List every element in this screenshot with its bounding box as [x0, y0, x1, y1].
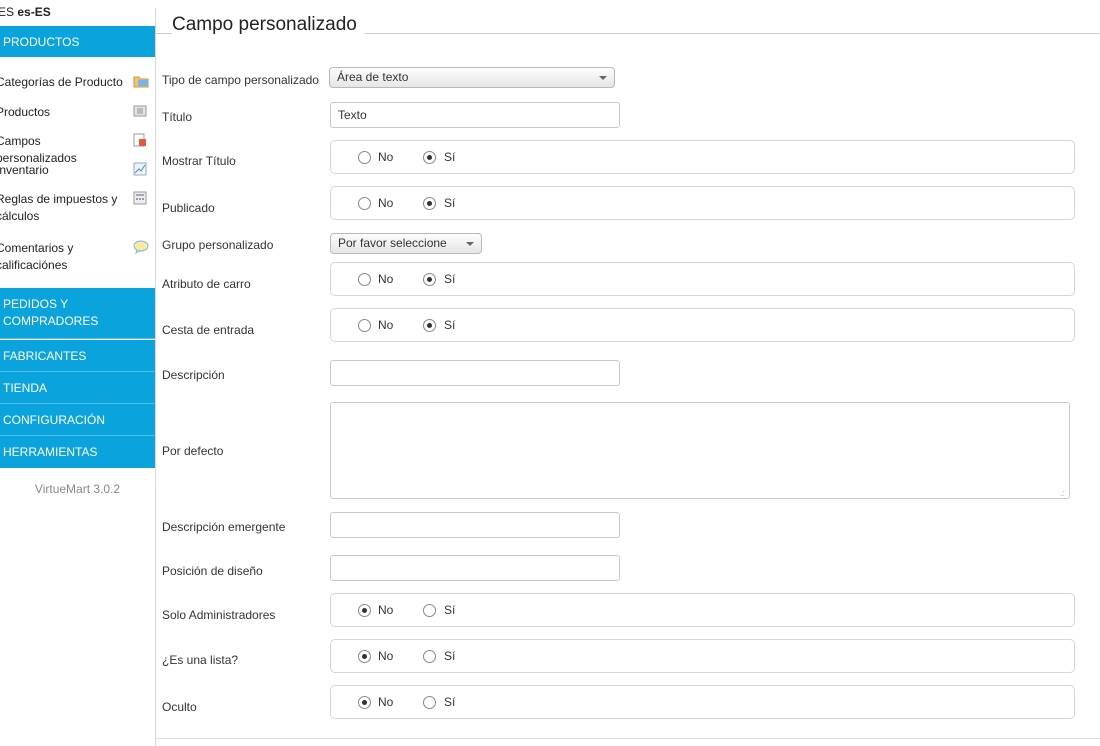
- menu-orders[interactable]: PEDIDOS Y COMPRADORES: [0, 288, 155, 339]
- show-title-radio-group: No Sí: [330, 140, 1075, 174]
- chevron-down-icon: [466, 242, 474, 246]
- published-no-radio[interactable]: [358, 197, 371, 210]
- field-type-label: Tipo de campo personalizado: [162, 73, 319, 87]
- cart-input-label: Cesta de entrada: [162, 323, 255, 337]
- sidebar-divider: [155, 8, 156, 746]
- chart-icon: [133, 162, 147, 176]
- published-radio-group: No Sí: [330, 186, 1075, 220]
- page-title: Campo personalizado: [172, 14, 365, 36]
- calculator-icon: [133, 191, 147, 205]
- is-list-radio-group: No Sí: [330, 639, 1075, 673]
- layout-position-label: Posición de diseño: [162, 564, 263, 578]
- layout-position-input[interactable]: [330, 555, 620, 581]
- title-label: Título: [162, 110, 193, 124]
- title-input[interactable]: [330, 102, 620, 128]
- is-list-label: ¿Es una lista?: [162, 653, 239, 667]
- resize-handle-icon[interactable]: .:: [1060, 489, 1065, 498]
- description-label: Descripción: [162, 368, 225, 382]
- show-title-no-radio[interactable]: [358, 151, 371, 164]
- published-label: Publicado: [162, 201, 215, 215]
- product-icon: [133, 104, 147, 118]
- comment-icon: [133, 240, 149, 255]
- published-yes-radio[interactable]: [423, 197, 436, 210]
- sidebar: ES es-ES PRODUCTOS Categorías de Product…: [0, 0, 155, 746]
- custom-fields-icon: [133, 133, 147, 147]
- field-type-select[interactable]: Área de texto: [329, 67, 615, 88]
- menu-configuration[interactable]: CONFIGURACIÓN: [0, 404, 155, 436]
- cart-attribute-radio-group: No Sí: [330, 262, 1075, 296]
- tooltip-label: Descripción emergente: [162, 520, 286, 534]
- admin-only-radio-group: No Sí: [330, 593, 1075, 627]
- default-textarea[interactable]: [330, 402, 1070, 499]
- cart-input-no-radio[interactable]: [358, 319, 371, 332]
- admin-only-yes-radio[interactable]: [423, 604, 436, 617]
- description-input[interactable]: [330, 360, 620, 386]
- admin-only-no-radio[interactable]: [358, 604, 371, 617]
- hidden-yes-radio[interactable]: [423, 696, 436, 709]
- custom-group-select[interactable]: Por favor seleccione: [330, 233, 482, 254]
- cart-input-radio-group: No Sí: [330, 308, 1075, 342]
- is-list-yes-radio[interactable]: [423, 650, 436, 663]
- cart-attribute-label: Atributo de carro: [162, 277, 251, 291]
- menu-shop[interactable]: TIENDA: [0, 372, 155, 404]
- show-title-yes-radio[interactable]: [423, 151, 436, 164]
- show-title-label: Mostrar Título: [162, 154, 236, 168]
- folder-icon: [133, 74, 149, 88]
- cart-input-yes-radio[interactable]: [423, 319, 436, 332]
- hidden-radio-group: No Sí: [330, 685, 1075, 719]
- custom-group-label: Grupo personalizado: [162, 238, 274, 252]
- menu-tools[interactable]: HERRAMIENTAS: [0, 436, 155, 468]
- chevron-down-icon: [599, 76, 607, 80]
- hidden-no-radio[interactable]: [358, 696, 371, 709]
- is-list-no-radio[interactable]: [358, 650, 371, 663]
- default-label: Por defecto: [162, 444, 224, 458]
- version-label: VirtueMart 3.0.2: [34, 482, 121, 496]
- language-indicator: ES es-ES: [0, 5, 51, 19]
- cart-attribute-no-radio[interactable]: [358, 273, 371, 286]
- admin-only-label: Solo Administradores: [162, 608, 276, 622]
- menu-products[interactable]: PRODUCTOS: [0, 26, 155, 57]
- hidden-label: Oculto: [162, 700, 197, 714]
- cart-attribute-yes-radio[interactable]: [423, 273, 436, 286]
- tooltip-input[interactable]: [330, 512, 620, 538]
- menu-manufacturers[interactable]: FABRICANTES: [0, 340, 155, 372]
